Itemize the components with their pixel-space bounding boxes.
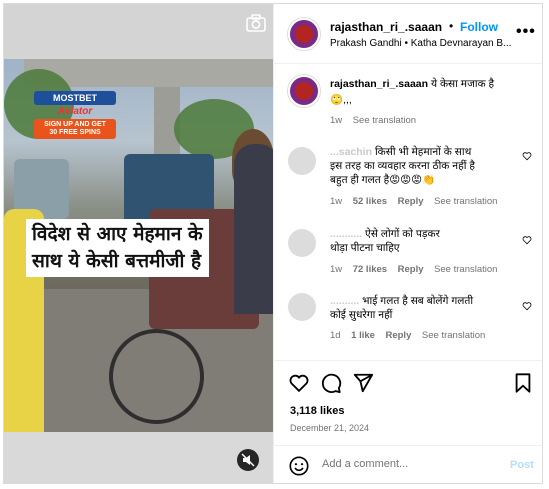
likes-count[interactable]: 3,118 likes — [290, 405, 344, 417]
media-letterbox-bottom — [4, 432, 273, 483]
reply-button[interactable]: Reply — [398, 264, 424, 275]
rickshaw-wheel — [109, 329, 204, 424]
follow-button[interactable]: Follow — [460, 20, 498, 34]
sponsor-overlay: MOSTBET Aviator SIGN UP AND GET 30 FREE … — [34, 91, 116, 143]
comment-username[interactable]: ........... — [330, 228, 362, 240]
like-comment-heart-icon[interactable] — [522, 151, 532, 161]
comment-likes[interactable]: 1 like — [351, 330, 375, 341]
post-header: rajasthan_ri_.saaan • Follow Prakash Gan… — [274, 4, 542, 64]
comment-composer: Post — [274, 445, 542, 483]
comment-username[interactable]: ...sachin — [330, 146, 372, 158]
comment-text: ...sachin किसी भी मेहमानों के साथ — [330, 145, 510, 159]
comment-body: ऐसे लोगों को पड़कर — [365, 228, 440, 240]
ad-sub: Aviator — [57, 106, 93, 117]
ad-brand: MOSTBET — [34, 91, 116, 105]
audio-label[interactable]: Prakash Gandhi • Katha Devnarayan B... — [330, 38, 511, 49]
comment-time[interactable]: 1w — [330, 196, 342, 207]
see-translation-link[interactable]: See translation — [434, 196, 497, 207]
comment-icon[interactable] — [320, 372, 342, 394]
comment-body: इस तरह का व्यवहार करना ठीक नहीं है — [330, 160, 475, 172]
comment-body: भाई गलत है सब बोलेंगे गलती — [362, 295, 474, 307]
ad-promo: SIGN UP AND GET 30 FREE SPINS — [34, 119, 116, 139]
comment-text: .......... भाई गलत है सब बोलेंगे गलती — [330, 294, 515, 308]
comment-meta: 1w 72 likes Reply See translation — [330, 264, 497, 275]
see-translation-link[interactable]: See translation — [422, 330, 485, 341]
caption-text: rajasthan_ri_.saaan ये केसा मजाक है — [330, 77, 535, 91]
bookmark-icon[interactable] — [512, 372, 534, 394]
see-translation-link[interactable]: See translation — [434, 264, 497, 275]
instagram-post-dialog: MOSTBET Aviator SIGN UP AND GET 30 FREE … — [3, 3, 543, 484]
separator-dot: • — [449, 19, 454, 33]
caption-avatar[interactable] — [288, 75, 320, 107]
comment-body: बहुत ही गलत है😡😡😡👏 — [330, 174, 436, 186]
more-options-icon[interactable]: ••• — [516, 23, 536, 41]
comments-list[interactable]: rajasthan_ri_.saaan ये केसा मजाक है 🙄,,,… — [274, 65, 542, 360]
ad-promo-line2: 30 FREE SPINS — [49, 129, 101, 136]
comment-meta: 1d 1 like Reply See translation — [330, 330, 485, 341]
woman — [234, 144, 273, 314]
comment-likes[interactable]: 52 likes — [353, 196, 387, 207]
reply-button[interactable]: Reply — [398, 196, 424, 207]
comment-avatar[interactable] — [288, 147, 316, 175]
comment-time[interactable]: 1w — [330, 264, 342, 275]
like-comment-heart-icon[interactable] — [522, 235, 532, 245]
post-date[interactable]: December 21, 2024 — [290, 423, 369, 433]
comment-avatar[interactable] — [288, 229, 316, 257]
muted-speaker-icon — [241, 453, 255, 467]
caption-username[interactable]: rajasthan_ri_.saaan — [330, 78, 428, 90]
comment-text: ........... ऐसे लोगों को पड़कर — [330, 227, 510, 241]
post-comment-button[interactable]: Post — [510, 459, 534, 471]
video-caption-line2: साथ ये केसी बत्तमीजी है — [32, 250, 202, 272]
reply-button[interactable]: Reply — [385, 330, 411, 341]
emoji-icon[interactable] — [288, 455, 310, 477]
comment-username[interactable]: .......... — [330, 295, 359, 307]
mute-button[interactable] — [237, 449, 259, 471]
author-avatar[interactable] — [288, 18, 320, 50]
camera-icon — [246, 14, 266, 32]
see-translation-link[interactable]: See translation — [353, 115, 416, 126]
video-caption: विदेश से आए मेहमान के साथ ये केसी बत्तमी… — [26, 219, 209, 277]
comment-body: कोई सुधरेगा नहीं — [330, 309, 393, 321]
post-actions: 3,118 likes December 21, 2024 — [274, 360, 542, 445]
post-media[interactable]: MOSTBET Aviator SIGN UP AND GET 30 FREE … — [4, 4, 273, 483]
caption-body: ये केसा मजाक है — [430, 78, 495, 90]
heart-icon[interactable] — [288, 372, 310, 394]
caption-line2: 🙄,,, — [330, 94, 352, 106]
video-caption-line1: विदेश से आए मेहमान के — [32, 223, 203, 245]
caption-time[interactable]: 1w — [330, 115, 342, 126]
ad-promo-line1: SIGN UP AND GET — [44, 121, 106, 128]
comment-body: थोड़ा पीटना चाहिए — [330, 242, 400, 254]
share-icon[interactable] — [352, 372, 374, 394]
video-frame[interactable]: MOSTBET Aviator SIGN UP AND GET 30 FREE … — [4, 59, 273, 432]
author-username[interactable]: rajasthan_ri_.saaan — [330, 20, 442, 34]
comment-likes[interactable]: 72 likes — [353, 264, 387, 275]
comment-meta: 1w 52 likes Reply See translation — [330, 196, 497, 207]
caption-meta: 1w See translation — [330, 115, 416, 126]
media-letterbox-top — [4, 4, 273, 59]
post-side-panel: rajasthan_ri_.saaan • Follow Prakash Gan… — [273, 4, 542, 483]
comment-time[interactable]: 1d — [330, 330, 341, 341]
like-comment-heart-icon[interactable] — [522, 301, 532, 311]
comment-avatar[interactable] — [288, 293, 316, 321]
add-comment-input[interactable] — [322, 458, 492, 470]
comment-body: किसी भी मेहमानों के साथ — [374, 146, 472, 158]
